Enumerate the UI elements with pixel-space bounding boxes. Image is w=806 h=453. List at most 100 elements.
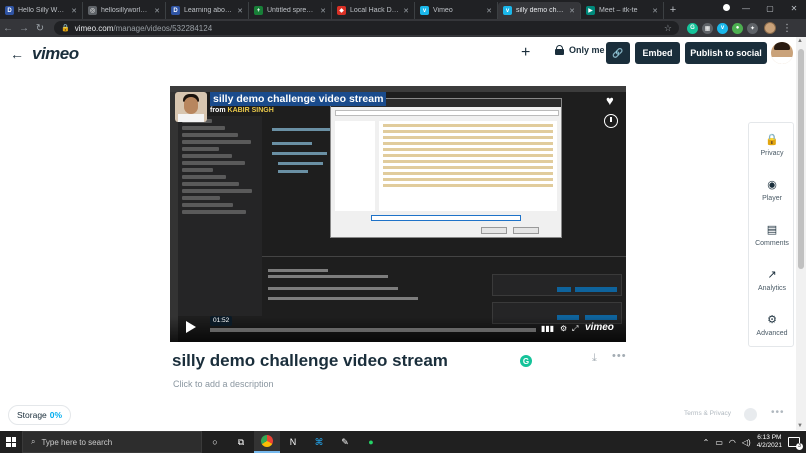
- url-bar[interactable]: 🔒 vimeo.com/manage/videos/532284124 ☆: [54, 21, 679, 35]
- reload-icon[interactable]: ↻: [32, 23, 48, 34]
- notification-center-icon[interactable]: 3: [788, 437, 803, 450]
- watch-later-clock-icon[interactable]: [604, 114, 618, 128]
- scroll-down-icon[interactable]: ▼: [797, 423, 803, 429]
- window-controls: — ▢ ✕: [718, 0, 806, 19]
- account-avatar[interactable]: [771, 42, 793, 64]
- volume-tray-icon[interactable]: ◁): [742, 438, 751, 447]
- tab-close-icon[interactable]: ✕: [569, 7, 575, 15]
- browser-tab[interactable]: D Hello Silly World! - ✕: [0, 2, 83, 19]
- footer-more-icon[interactable]: •••: [771, 407, 785, 418]
- more-options-icon[interactable]: •••: [612, 350, 627, 362]
- app-taskbar-icon[interactable]: ✎: [332, 431, 358, 453]
- download-icon[interactable]: ⤓: [592, 352, 597, 365]
- search-icon: ⌕: [31, 437, 36, 446]
- browser-tab[interactable]: D Learning about L ✕: [166, 2, 249, 19]
- embed-button[interactable]: Embed: [635, 42, 680, 64]
- tab-close-icon[interactable]: ✕: [320, 7, 326, 15]
- task-view-icon[interactable]: ⧉: [228, 431, 254, 453]
- back-arrow-icon[interactable]: ←: [10, 46, 24, 62]
- back-nav-icon[interactable]: ←: [0, 23, 16, 34]
- video-title[interactable]: silly demo challenge video stream: [172, 351, 448, 371]
- record-indicator: [718, 0, 734, 19]
- video-settings-panel: 🔒 Privacy ◉ Player ▤ Comments ↗ Analytics ⚙ Advan…: [748, 122, 794, 347]
- tab-close-icon[interactable]: ✕: [652, 7, 658, 15]
- volume-icon[interactable]: ▮▮▮: [541, 324, 554, 333]
- tab-close-icon[interactable]: ✕: [154, 7, 160, 15]
- description-field[interactable]: Click to add a description: [173, 379, 274, 389]
- tab-close-icon[interactable]: ✕: [486, 7, 492, 15]
- vimeo-extension-icon[interactable]: v: [717, 22, 728, 34]
- panel-item-privacy[interactable]: 🔒 Privacy: [749, 133, 795, 157]
- webcam-overlay: [175, 92, 207, 122]
- terms-privacy-link[interactable]: Terms & Privacy: [684, 410, 731, 417]
- add-icon[interactable]: +: [521, 44, 530, 62]
- forward-nav-icon[interactable]: →: [16, 23, 32, 34]
- browser-tab[interactable]: + Untitled spreadsh ✕: [249, 2, 332, 19]
- storage-indicator[interactable]: Storage 0%: [8, 405, 72, 425]
- tab-favicon-icon: ◆: [337, 6, 346, 15]
- panel-item-player[interactable]: ◉ Player: [749, 178, 795, 202]
- cortana-icon[interactable]: ○: [202, 431, 228, 453]
- tab-close-icon[interactable]: ✕: [237, 7, 243, 15]
- vimeo-logo[interactable]: vimeo: [32, 44, 79, 64]
- browser-tab[interactable]: ▶ Meet – itk-te ✕: [581, 2, 664, 19]
- tab-favicon-icon: ▶: [586, 6, 595, 15]
- browser-tab[interactable]: ◆ Local Hack Day: S✕: [332, 2, 415, 19]
- vimeo-player-badge[interactable]: vimeo: [585, 322, 614, 333]
- network-icon[interactable]: ▭: [715, 438, 723, 447]
- notion-taskbar-icon[interactable]: N: [280, 431, 306, 453]
- tab-close-icon[interactable]: ✕: [71, 7, 77, 15]
- maximize-button[interactable]: ▢: [758, 0, 782, 19]
- fullscreen-icon[interactable]: ⤢: [572, 324, 578, 334]
- panel-item-analytics[interactable]: ↗ Analytics: [749, 268, 795, 292]
- video-player[interactable]: silly demo challenge video stream from K…: [170, 86, 626, 342]
- panel-item-label: Comments: [755, 240, 789, 247]
- browser-tab[interactable]: v silly demo challe ✕: [498, 2, 581, 19]
- vscode-taskbar-icon[interactable]: ⌘: [306, 431, 332, 453]
- grammarly-icon[interactable]: G: [520, 355, 532, 367]
- help-circle-icon[interactable]: [744, 408, 757, 421]
- settings-icon[interactable]: ⚙: [560, 324, 567, 333]
- tray-chevron-icon[interactable]: ⌃: [703, 438, 710, 447]
- tab-title: Vimeo: [433, 7, 453, 14]
- like-heart-icon[interactable]: ♥: [606, 93, 614, 108]
- scroll-up-icon[interactable]: ▲: [797, 38, 803, 44]
- puzzle-extension-icon[interactable]: ✦: [747, 22, 758, 34]
- grammarly-extension-icon[interactable]: G: [687, 22, 698, 34]
- privacy-dropdown[interactable]: Only me: [555, 45, 605, 55]
- scrollbar-thumb[interactable]: [798, 49, 804, 269]
- panel-item-advanced[interactable]: ⚙ Advanced: [749, 313, 795, 337]
- browser-tab[interactable]: v Vimeo ✕: [415, 2, 498, 19]
- tab-favicon-icon: v: [420, 6, 429, 15]
- video-editor-activitybar: [170, 92, 178, 342]
- close-window-button[interactable]: ✕: [782, 0, 806, 19]
- chrome-menu-icon[interactable]: ⋮: [782, 23, 792, 34]
- panel-item-comments[interactable]: ▤ Comments: [749, 223, 795, 247]
- new-tab-button[interactable]: +: [664, 2, 682, 19]
- extension-icon[interactable]: ▦: [702, 22, 713, 34]
- tab-close-icon[interactable]: ✕: [403, 7, 409, 15]
- taskbar-search[interactable]: ⌕ Type here to search: [22, 431, 202, 453]
- tab-title: Learning about L: [184, 7, 234, 14]
- video-save-dialog: [330, 98, 562, 238]
- bookmark-star-icon[interactable]: ☆: [664, 23, 672, 34]
- chrome-profile-avatar[interactable]: [764, 22, 776, 34]
- publish-to-social-button[interactable]: Publish to social: [685, 42, 767, 64]
- minimize-button[interactable]: —: [734, 0, 758, 19]
- url-host: vimeo.com: [74, 23, 114, 33]
- video-overlay-title: silly demo challenge video stream: [210, 92, 387, 106]
- whatsapp-taskbar-icon[interactable]: ●: [358, 431, 384, 453]
- copy-link-button[interactable]: 🔗: [606, 42, 630, 64]
- progress-bar[interactable]: [210, 328, 536, 332]
- screen-recorder-extension-icon[interactable]: ●: [732, 22, 743, 34]
- wifi-icon[interactable]: ◠: [729, 438, 736, 447]
- browser-tab[interactable]: ◎ hellosillyworld - B ✕: [83, 2, 166, 19]
- windows-start-icon[interactable]: [0, 431, 22, 453]
- system-tray: ⌃ ▭ ◠ ◁) 6:13 PM 4/2/2021 3: [703, 431, 806, 453]
- taskbar-clock[interactable]: 6:13 PM 4/2/2021: [757, 434, 782, 450]
- tab-favicon-icon: D: [5, 6, 14, 15]
- chrome-taskbar-icon[interactable]: [254, 431, 280, 453]
- page-scrollbar[interactable]: ▲ ▼: [796, 37, 806, 430]
- play-icon[interactable]: [186, 321, 196, 333]
- tab-favicon-icon: v: [503, 6, 512, 15]
